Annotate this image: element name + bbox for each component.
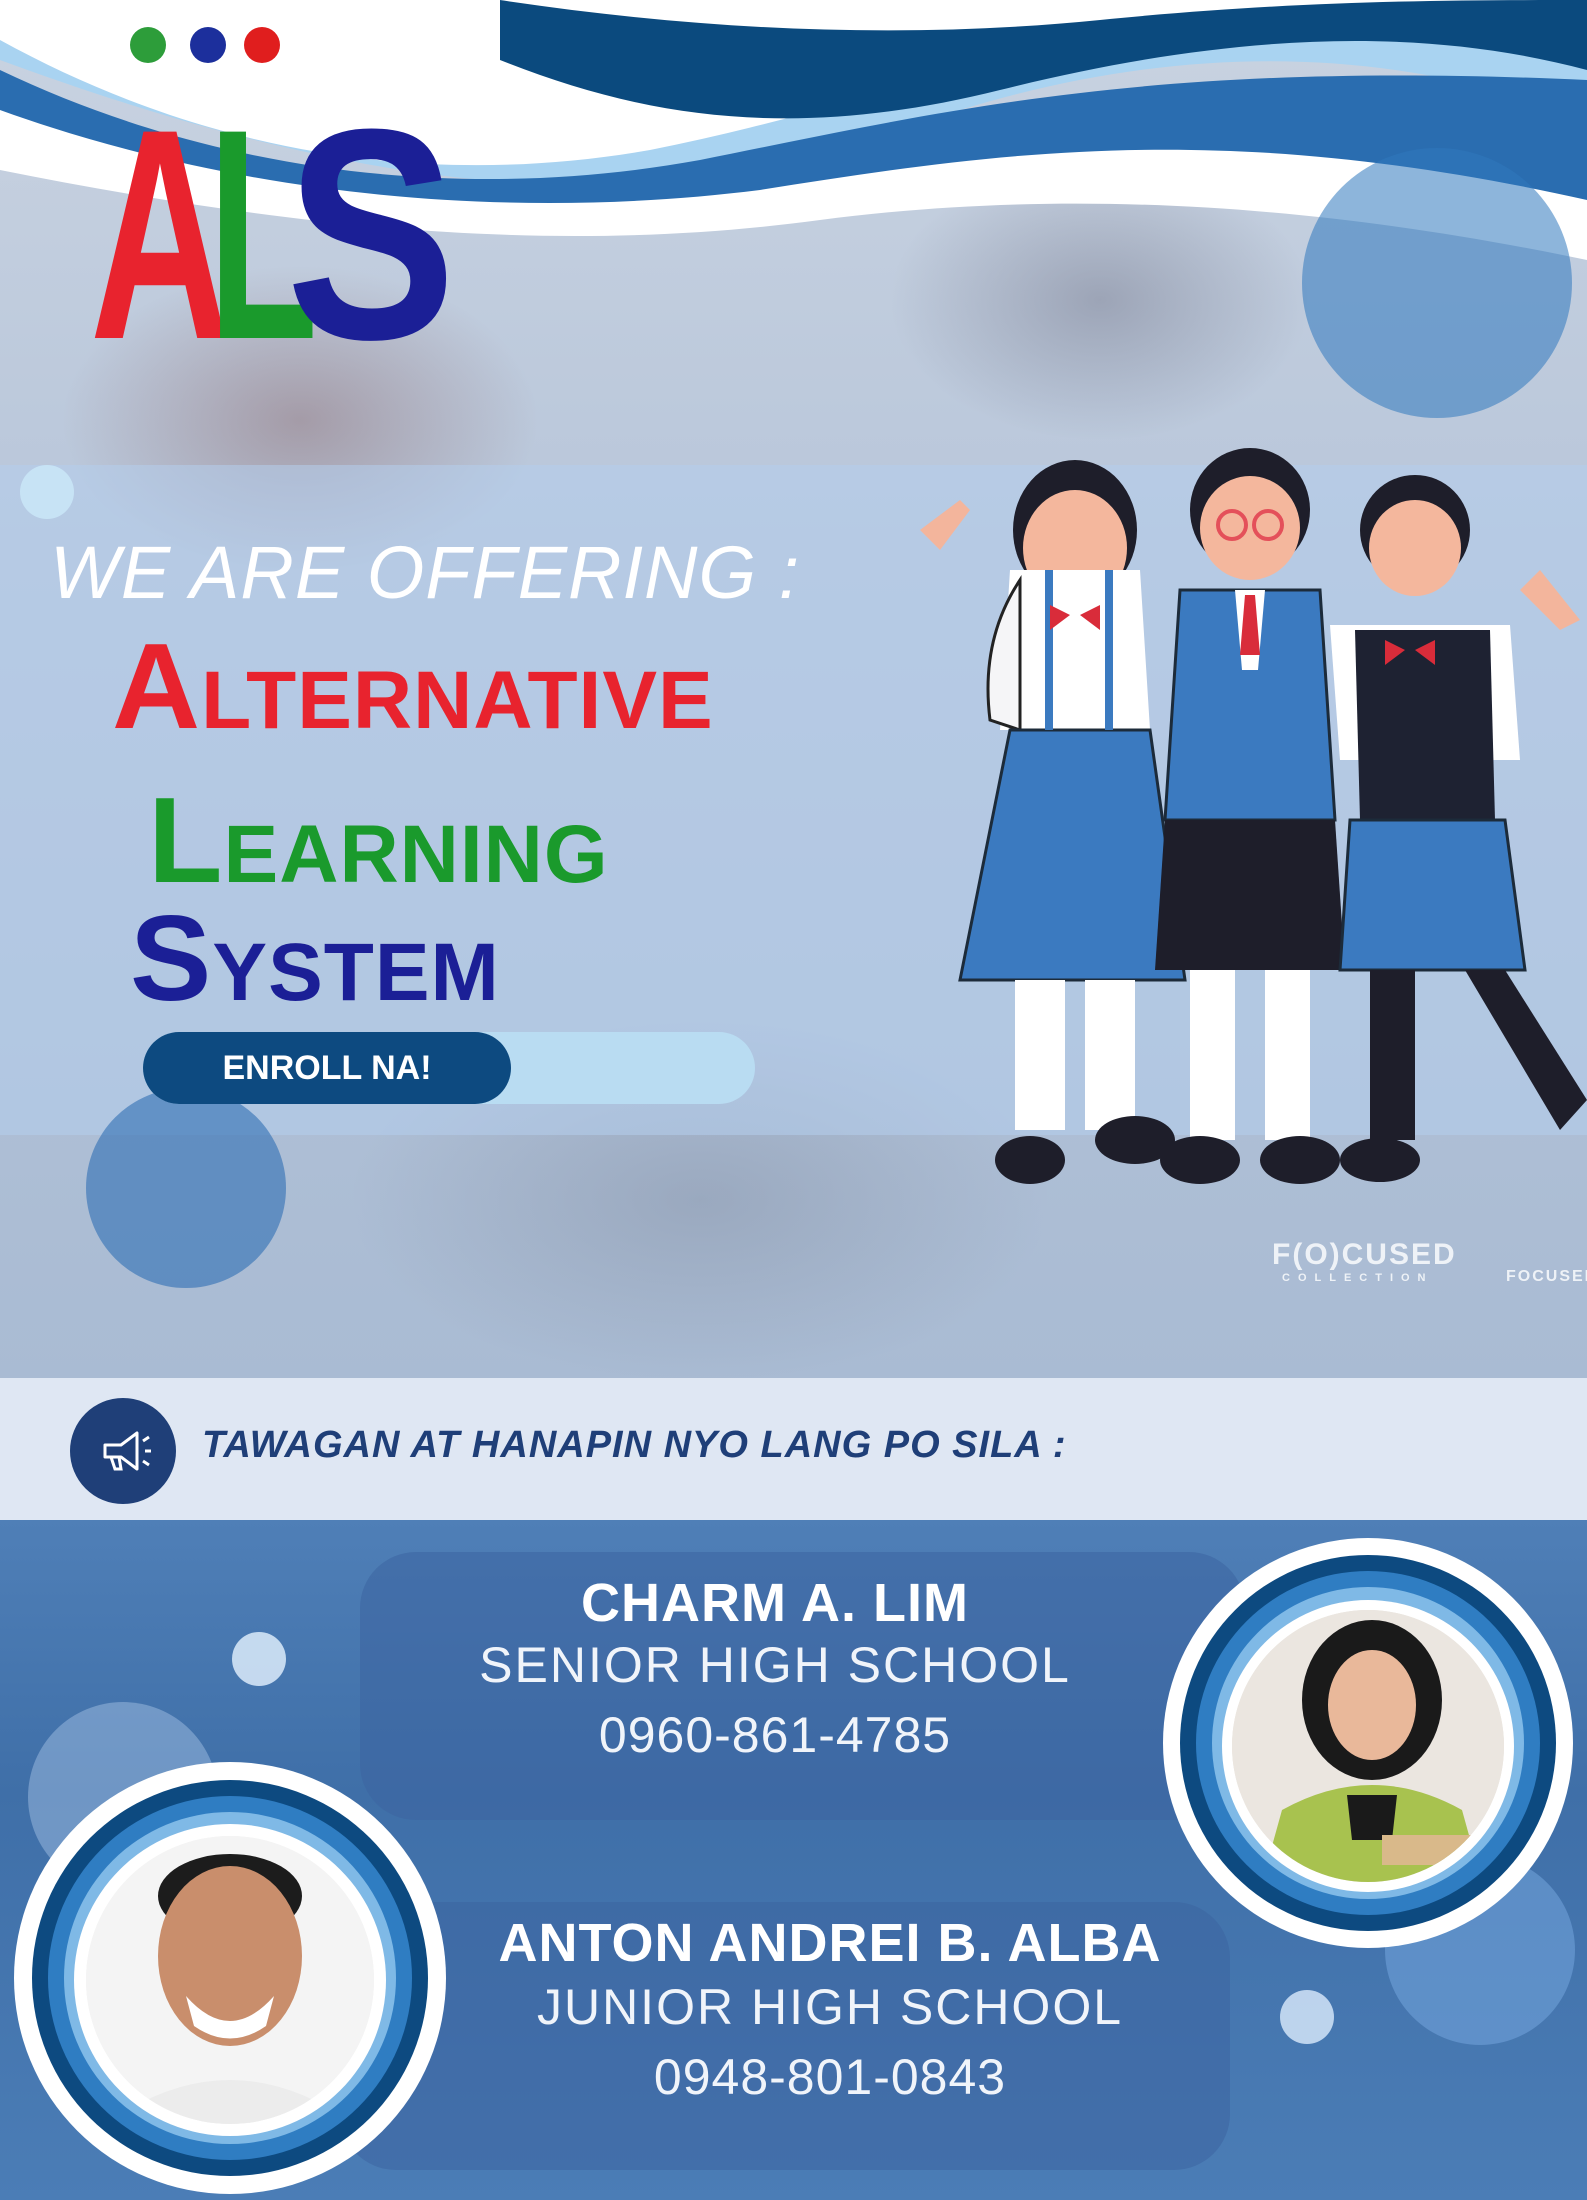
watermark-brand: F(O)CUSED (1272, 1238, 1457, 1271)
title-line-alternative: ALTERNATIVE (112, 616, 714, 756)
enroll-button[interactable]: ENROLL NA! (143, 1032, 511, 1104)
contact-phone[interactable]: 0948-801-0843 (440, 2048, 1220, 2106)
watermark-small: FOCUSED (1506, 1268, 1587, 1285)
avatar-charm (1232, 1610, 1504, 1882)
student-left-figure (920, 460, 1187, 1184)
student-right-figure (1330, 475, 1587, 1182)
contact-heading: TAWAGAN AT HANAPIN NYO LANG PO SILA : (202, 1424, 1067, 1466)
avatar-anton (86, 1836, 374, 2124)
contact-name: ANTON ANDREI B. ALBA (498, 1913, 1162, 1973)
decor-circle-top-right (1302, 148, 1572, 418)
watermark-sub: COLLECTION (1282, 1272, 1434, 1284)
title-rest: EARNING (223, 809, 609, 900)
title-line-system: SYSTEM (130, 888, 500, 1028)
title-initial: A (112, 618, 202, 754)
als-logo: A L S (90, 20, 470, 402)
title-rest: LTERNATIVE (201, 655, 714, 746)
contact-level: JUNIOR HIGH SCHOOL (536, 1979, 1124, 2035)
contact-name: CHARM A. LIM (581, 1573, 969, 1633)
offering-heading: WE ARE OFFERING : (50, 531, 801, 614)
decor-circle-left (86, 1088, 286, 1288)
decor-dot (1280, 1990, 1334, 2044)
decor-dot (20, 465, 74, 519)
svg-text:S: S (286, 66, 456, 350)
megaphone-icon (70, 1398, 176, 1504)
title-initial: S (130, 890, 213, 1026)
students-illustration (920, 448, 1587, 1184)
student-middle-figure (1155, 448, 1345, 1184)
contact-phone[interactable]: 0960-861-4785 (360, 1706, 1190, 1764)
contact-level: SENIOR HIGH SCHOOL (479, 1637, 1071, 1693)
decor-dot (232, 1632, 286, 1686)
title-rest: YSTEM (212, 927, 500, 1018)
